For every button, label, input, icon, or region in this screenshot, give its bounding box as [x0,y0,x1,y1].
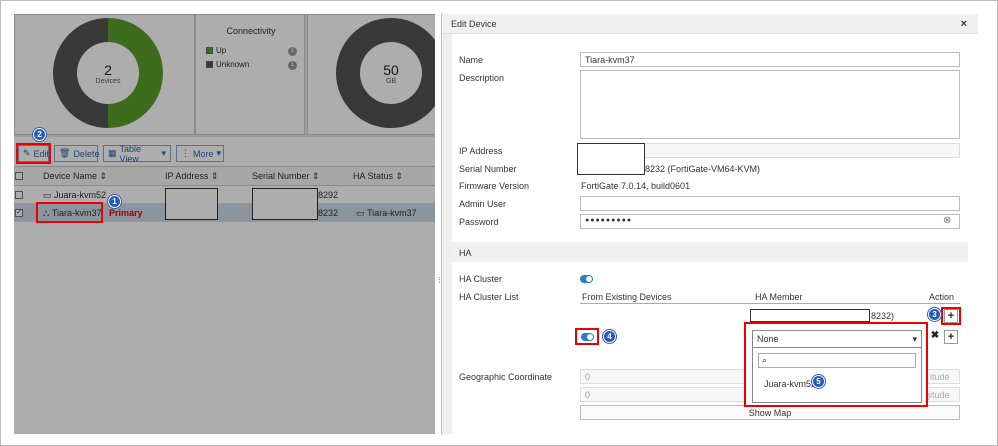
unknown-count: 1 [288,61,297,70]
ha-cluster-toggle[interactable] [580,275,593,283]
more-icon: ⋮ [181,148,190,158]
latitude-hint: itude [930,372,950,382]
annotation-add-highlight [941,307,961,325]
serial-cell: 8232 [318,208,339,218]
dialog-header: Edit Device [442,14,978,34]
table-view-button[interactable]: ▦ Table View ▾ [103,144,171,164]
ha-section-title: HA [459,248,472,258]
step-badge-4: 4 [603,330,616,343]
up-count: 1 [288,47,297,56]
annotation-edit-highlight [16,143,51,164]
devices-donut-center: 2 Devices [77,42,139,104]
row-checkbox-checked[interactable]: ✓ [15,209,23,217]
col-serial-number[interactable]: Serial Number ⇕ [252,167,320,185]
dialog-title: Edit Device [451,19,497,29]
step-badge-5: 5 [812,375,825,388]
legend-up: Up [206,46,226,55]
member-select[interactable]: None ▾ [752,330,922,348]
longitude-hint: gitude [925,390,950,400]
serial-cell: 8292 [318,190,339,200]
resize-handle-icon[interactable]: ⋮ [436,276,443,284]
show-map-button[interactable]: Show Map [580,405,960,420]
up-swatch [206,47,213,54]
chevron-down-icon: ▾ [161,148,166,158]
sort-icon: ⇕ [99,170,108,181]
member-dropdown-panel: None ▾ ⌕ Juara-kvm52 [744,322,928,407]
password-label: Password [459,217,499,227]
clear-icon[interactable]: ⊗ [943,215,951,226]
storage-donut-center: 50 GB [360,42,422,104]
row-checkbox[interactable] [15,191,23,199]
redaction-box [750,309,870,322]
storage-value: 50 [383,61,399,78]
step-badge-2: 2 [33,128,46,141]
legend-unknown: Unknown [206,60,249,69]
name-input[interactable]: Tiara-kvm37 [580,52,960,67]
col-ha-status[interactable]: HA Status ⇕ [353,167,403,185]
dropdown-list: ⌕ Juara-kvm52 [752,348,922,403]
col-from-existing: From Existing Devices [582,292,672,302]
firmware-value: FortiGate 7.0.14, build0601 [581,181,691,191]
ip-label: IP Address [459,146,503,156]
device-icon: ▭ [356,207,368,218]
redaction-box [577,143,645,175]
sort-icon: ⇕ [210,170,219,181]
col-action: Action [929,292,955,302]
name-label: Name [459,55,484,65]
up-label: Up [216,46,227,55]
table-icon: ▦ [108,148,117,158]
unknown-label: Unknown [216,60,250,69]
annotation-toggle-highlight [575,328,599,345]
serial-label: Serial Number [459,164,517,174]
close-icon[interactable]: × [961,18,967,30]
col-ip-address[interactable]: IP Address ⇕ [165,167,218,185]
step-badge-3: 3 [928,308,941,321]
device-manager-panel: 2 Devices Connectivity Up 1 Unknown 1 50… [14,14,435,434]
device-icon: ▭ [43,189,55,200]
redaction-box [165,188,218,220]
select-all-checkbox[interactable] [15,172,23,180]
connectivity-title: Connectivity [226,26,276,36]
search-icon: ⌕ [762,355,768,365]
unknown-swatch [206,61,213,68]
ha-member-value: 8232) [871,311,895,321]
devices-label: Devices [95,77,121,85]
close-icon[interactable]: ✖ [928,330,942,344]
col-ha-member: HA Member [755,292,803,302]
description-textarea[interactable] [580,70,960,139]
col-device-name[interactable]: Device Name ⇕ [43,167,107,185]
dropdown-search-input[interactable]: ⌕ [758,353,916,368]
devices-card: 2 Devices [14,14,195,135]
trash-icon: 🗑 [59,148,71,158]
serial-value: 8232 (FortiGate-VM64-KVM) [645,164,761,174]
storage-unit: GB [385,77,397,85]
admin-user-label: Admin User [459,199,507,209]
add-member-button[interactable]: + [944,330,958,344]
redaction-box [252,188,318,220]
annotation-device-highlight [36,202,103,223]
ha-cluster-label: HA Cluster [459,274,503,284]
admin-user-input[interactable] [580,196,960,211]
chevron-down-icon: ▾ [216,148,222,158]
ha-list-divider [580,303,960,304]
more-button[interactable]: ⋮ More ▾ [176,145,224,162]
ha-section-header [452,242,968,262]
ha-cluster-list-label: HA Cluster List [459,292,519,302]
storage-card: 50 GB [307,14,435,135]
caret-down-icon: ▾ [912,334,917,344]
dialog-left-gutter [442,34,452,434]
geo-coordinate-label: Geographic Coordinate [459,372,553,382]
connectivity-card: Connectivity Up 1 Unknown 1 [195,14,305,135]
sort-icon: ⇕ [312,170,320,181]
ha-status-cell: ▭ Tiara-kvm37 [356,207,417,219]
password-input[interactable]: ●●●●●●●●● [580,214,960,229]
devices-count: 2 [104,61,112,78]
step-badge-1: 1 [108,195,121,208]
dropdown-option[interactable]: Juara-kvm52 [764,379,816,389]
delete-button[interactable]: 🗑 Delete [54,145,99,162]
description-label: Description [459,73,505,83]
sort-icon: ⇕ [395,170,404,181]
firmware-label: Firmware Version [459,181,530,191]
